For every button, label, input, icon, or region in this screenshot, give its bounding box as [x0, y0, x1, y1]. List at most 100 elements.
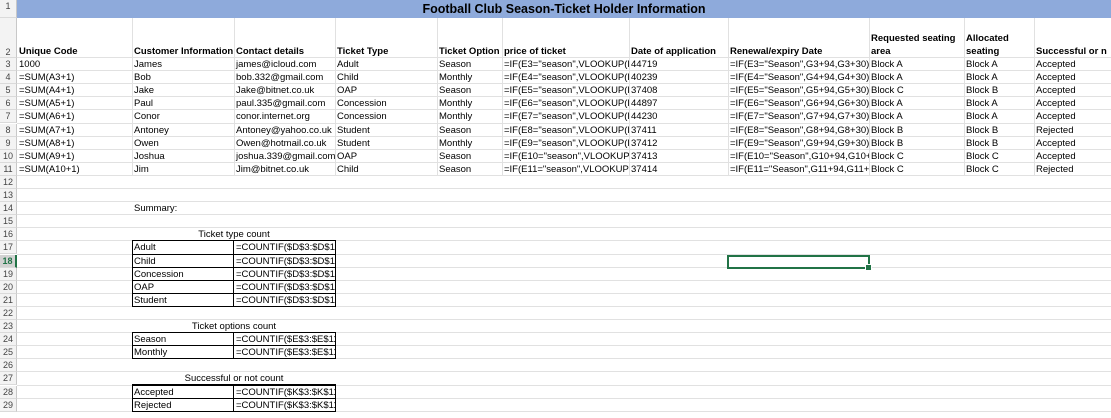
cell-renewal-formula[interactable]: =IF(E5="Season",G5+94,G5+30) [728, 84, 869, 97]
cell-renewal-formula[interactable]: =IF(E6="Season",G6+94,G6+30) [728, 97, 869, 110]
cell-customer-name[interactable]: Jim [132, 163, 234, 176]
cell-ticket-type[interactable]: Child [335, 71, 437, 84]
cell-unique-code[interactable]: =SUM(A8+1) [17, 137, 132, 150]
header-ticket-option[interactable]: Ticket Option [437, 45, 502, 58]
cell-allocated-seating[interactable]: Block A [964, 58, 1034, 71]
row-header[interactable]: 20 [0, 281, 17, 294]
cell-status[interactable]: Rejected [1034, 124, 1111, 137]
header-allocated[interactable]: Allocated [964, 32, 1034, 45]
cell-status[interactable]: Accepted [1034, 97, 1111, 110]
header-customer-information[interactable]: Customer Information [132, 45, 234, 58]
cell-application-date[interactable]: 37413 [629, 150, 728, 163]
row-header[interactable]: 3 [0, 58, 17, 71]
cell-customer-name[interactable]: Bob [132, 71, 234, 84]
cell-application-date[interactable]: 37412 [629, 137, 728, 150]
cell-unique-code[interactable]: =SUM(A3+1) [17, 71, 132, 84]
spreadsheet-grid[interactable]: Football Club Season-Ticket Holder Infor… [0, 0, 1111, 418]
header-price-of-ticket[interactable]: price of ticket [502, 45, 629, 58]
cell-contact[interactable]: joshua.339@gmail.com [234, 150, 335, 163]
cell-renewal-formula[interactable]: =IF(E9="Season",G9+94,G9+30) [728, 137, 869, 150]
summary-item-formula[interactable]: =COUNTIF($D$3:$D$11,'I [234, 241, 335, 254]
row-header[interactable]: 26 [0, 359, 17, 372]
cell-customer-name[interactable]: Owen [132, 137, 234, 150]
cell-price-formula[interactable]: =IF(E10="season",VLOOKUP(D1 [502, 150, 629, 163]
cell-allocated-seating[interactable]: Block C [964, 163, 1034, 176]
cell-unique-code[interactable]: =SUM(A10+1) [17, 163, 132, 176]
cell-status[interactable]: Accepted [1034, 137, 1111, 150]
summary-label[interactable]: Summary: [132, 202, 232, 215]
cell-price-formula[interactable]: =IF(E7="season",VLOOKUP(D7, [502, 110, 629, 123]
cell-unique-code[interactable]: =SUM(A5+1) [17, 97, 132, 110]
header-date-of-application[interactable]: Date of application [629, 45, 728, 58]
cell-allocated-seating[interactable]: Block A [964, 110, 1034, 123]
cell-application-date[interactable]: 44230 [629, 110, 728, 123]
cell-ticket-option[interactable]: Monthly [437, 71, 502, 84]
summary-item-label[interactable]: Student [132, 294, 233, 307]
cell-status[interactable]: Accepted [1034, 110, 1111, 123]
cell-application-date[interactable]: 44897 [629, 97, 728, 110]
selected-cell[interactable] [727, 255, 872, 271]
cell-ticket-type[interactable]: Adult [335, 58, 437, 71]
row-header[interactable]: 27 [0, 372, 17, 385]
row-header[interactable]: 8 [0, 124, 17, 137]
row-header[interactable]: 13 [0, 189, 17, 202]
cell-allocated-seating[interactable]: Block B [964, 137, 1034, 150]
cell-unique-code[interactable]: 1000 [17, 58, 132, 71]
cell-renewal-formula[interactable]: =IF(E11="Season",G11+94,G11+30) [728, 163, 869, 176]
row-header[interactable]: 6 [0, 97, 17, 110]
cell-requested-seating[interactable]: Block A [869, 97, 964, 110]
cell-allocated-seating[interactable]: Block B [964, 124, 1034, 137]
row-header[interactable]: 29 [0, 399, 17, 412]
row-header[interactable]: 21 [0, 294, 17, 307]
cell-requested-seating[interactable]: Block C [869, 84, 964, 97]
cell-requested-seating[interactable]: Block A [869, 71, 964, 84]
cell-requested-seating[interactable]: Block A [869, 58, 964, 71]
cell-ticket-option[interactable]: Monthly [437, 97, 502, 110]
cell-unique-code[interactable]: =SUM(A4+1) [17, 84, 132, 97]
cell-price-formula[interactable]: =IF(E5="season",VLOOKUP(D5, [502, 84, 629, 97]
header-renewal-expiry-date[interactable]: Renewal/expiry Date [728, 45, 869, 58]
cell-contact[interactable]: Jim@bitnet.co.uk [234, 163, 335, 176]
summary-item-label[interactable]: Rejected [132, 399, 233, 412]
cell-ticket-option[interactable]: Season [437, 124, 502, 137]
cell-renewal-formula[interactable]: =IF(E7="Season",G7+94,G7+30) [728, 110, 869, 123]
cell-ticket-option[interactable]: Monthly [437, 110, 502, 123]
row-header[interactable]: 17 [0, 241, 17, 254]
cell-ticket-type[interactable]: Concession [335, 110, 437, 123]
cell-customer-name[interactable]: Conor [132, 110, 234, 123]
cell-contact[interactable]: bob.332@gmail.com [234, 71, 335, 84]
cell-renewal-formula[interactable]: =IF(E3="Season",G3+94,G3+30) [728, 58, 869, 71]
cell-ticket-type[interactable]: Student [335, 137, 437, 150]
cell-customer-name[interactable]: Jake [132, 84, 234, 97]
cell-ticket-type[interactable]: Concession [335, 97, 437, 110]
cell-requested-seating[interactable]: Block C [869, 163, 964, 176]
cell-requested-seating[interactable]: Block B [869, 124, 964, 137]
summary-item-formula[interactable]: =COUNTIF($E$3:$E$11,'Ir [234, 346, 335, 359]
summary-item-label[interactable]: Adult [132, 241, 233, 254]
cell-application-date[interactable]: 37408 [629, 84, 728, 97]
cell-price-formula[interactable]: =IF(E4="season",VLOOKUP(D4, [502, 71, 629, 84]
cell-ticket-type[interactable]: Student [335, 124, 437, 137]
cell-ticket-type[interactable]: Child [335, 163, 437, 176]
cell-requested-seating[interactable]: Block A [869, 110, 964, 123]
row-header[interactable]: 5 [0, 84, 17, 97]
cell-ticket-type[interactable]: OAP [335, 84, 437, 97]
cell-allocated-seating[interactable]: Block A [964, 71, 1034, 84]
cell-customer-name[interactable]: James [132, 58, 234, 71]
row-header[interactable]: 25 [0, 346, 17, 359]
cell-unique-code[interactable]: =SUM(A6+1) [17, 110, 132, 123]
row-header[interactable]: 10 [0, 150, 17, 163]
cell-ticket-option[interactable]: Season [437, 84, 502, 97]
row-header[interactable]: 2 [0, 18, 17, 58]
cell-status[interactable]: Accepted [1034, 150, 1111, 163]
cell-ticket-option[interactable]: Monthly [437, 137, 502, 150]
summary-table-title[interactable]: Successful or not count [132, 372, 336, 385]
cell-customer-name[interactable]: Antoney [132, 124, 234, 137]
row-header[interactable]: 18 [0, 255, 17, 268]
cell-application-date[interactable]: 37411 [629, 124, 728, 137]
cell-allocated-seating[interactable]: Block A [964, 97, 1034, 110]
sheet-title[interactable]: Football Club Season-Ticket Holder Infor… [17, 0, 1111, 18]
cell-ticket-type[interactable]: OAP [335, 150, 437, 163]
row-header[interactable]: 28 [0, 386, 17, 399]
cell-allocated-seating[interactable]: Block C [964, 150, 1034, 163]
